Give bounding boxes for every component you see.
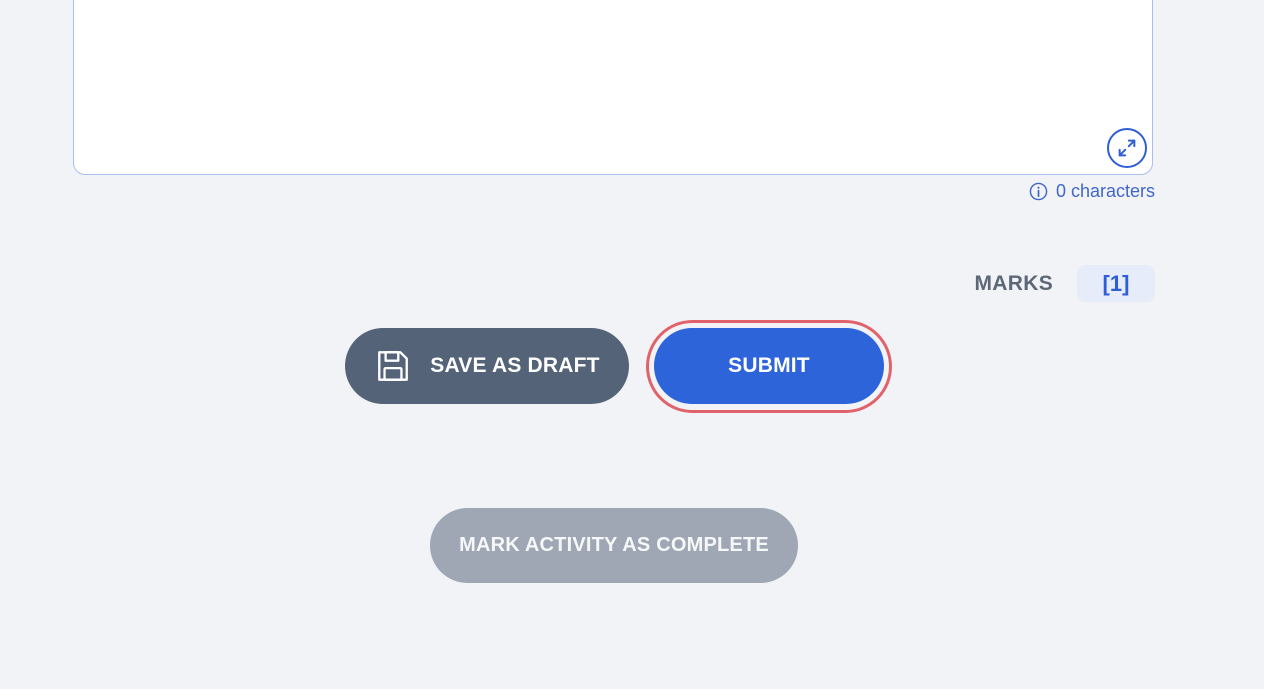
save-as-draft-button[interactable]: SAVE AS DRAFT [345, 328, 629, 404]
mark-activity-complete-label: MARK ACTIVITY AS COMPLETE [459, 534, 769, 556]
save-as-draft-label: SAVE AS DRAFT [430, 354, 600, 377]
mark-activity-complete-button[interactable]: MARK ACTIVITY AS COMPLETE [430, 508, 798, 583]
submit-label: SUBMIT [728, 354, 810, 377]
submit-button[interactable]: SUBMIT [654, 328, 884, 404]
floppy-disk-icon [378, 351, 409, 381]
marks-indicator: MARKS [1] [974, 265, 1155, 302]
character-count-text: 0 characters [1055, 181, 1155, 201]
info-icon [1029, 182, 1048, 201]
activity-page: 0 characters MARKS [1] SAVE AS DRAFT SUB… [0, 0, 1264, 689]
answer-textarea[interactable] [73, 0, 1153, 175]
expand-button[interactable] [1107, 128, 1147, 168]
marks-value: [1] [1077, 265, 1155, 302]
marks-label: MARKS [974, 271, 1053, 295]
expand-arrows-icon [1118, 139, 1136, 157]
character-count: 0 characters [1029, 181, 1155, 202]
